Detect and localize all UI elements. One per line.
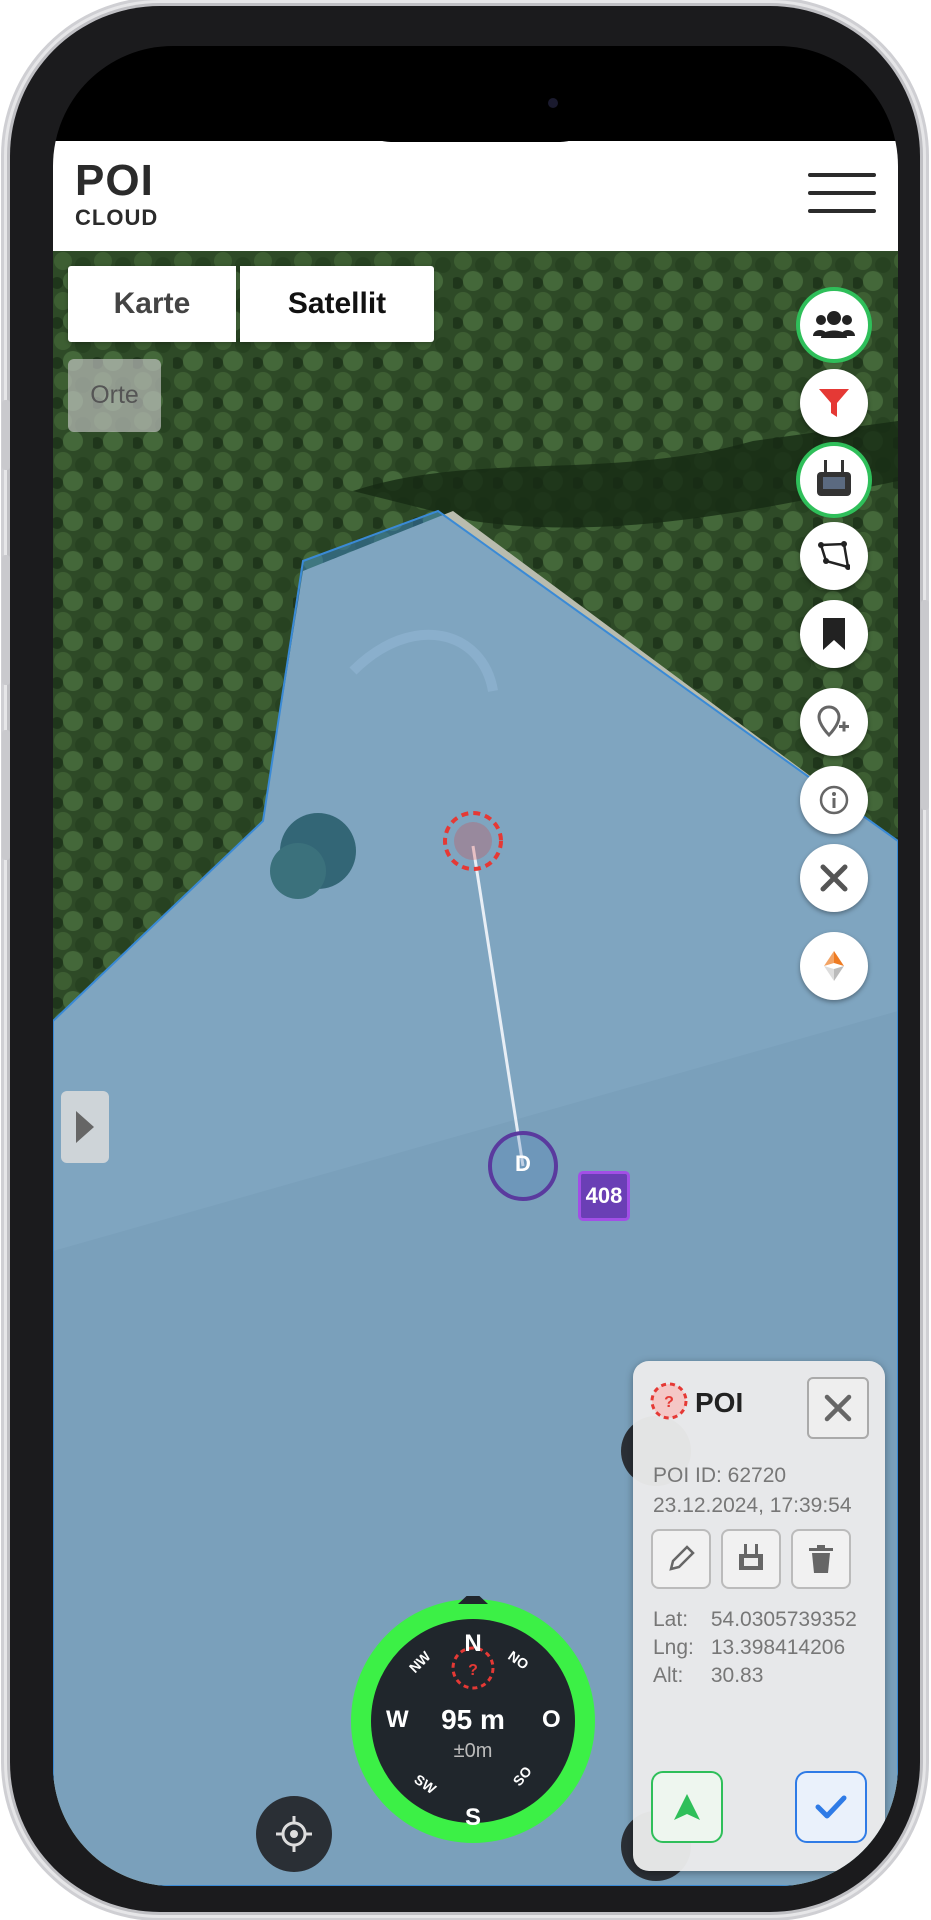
svg-text:?: ? [664,1394,674,1411]
confirm-button[interactable] [795,1771,867,1843]
compass-distance: 95 m [441,1704,505,1735]
side-panel-toggle[interactable] [61,1091,109,1163]
info-button[interactable] [800,766,868,834]
compass-accuracy: ±0m [453,1740,493,1762]
send-to-controller-button[interactable] [721,1529,781,1589]
logo-text-top: POI [75,156,154,205]
power-button [921,600,929,810]
poi-actions [651,1529,851,1589]
alt-value: 30.83 [710,1664,764,1687]
poi-title: POI [695,1387,744,1418]
map-view[interactable]: D Karte Satellit Orte 408 ? POI POI ID: … [53,251,898,1886]
controller-icon [739,1544,763,1570]
polygon-icon [818,541,850,570]
compass-dir-n: N [464,1630,482,1657]
trash-icon [809,1545,833,1573]
navigate-arrow-icon [674,1794,700,1820]
compass-dir-s: S [464,1804,481,1831]
polygon-tool-button[interactable] [800,522,868,590]
filter-button[interactable] [800,369,868,437]
remote-controller-button[interactable] [800,446,868,514]
edit-button[interactable] [651,1529,711,1589]
lng-label: Lng: [653,1636,694,1659]
map-type-karte-button[interactable]: Karte [68,266,236,342]
screen: POI CLOUD D Karte Satellit Orte 408 ? PO… [53,46,898,1886]
close-icon [820,864,848,892]
mute-switch [2,400,10,470]
lat-value: 54.0305739352 [710,1608,857,1631]
compass-orientation-icon [824,951,844,981]
locate-me-button[interactable] [256,1796,332,1872]
poi-timestamp: 23.12.2024, 17:39:54 [653,1494,852,1517]
pencil-icon [669,1545,695,1571]
filter-icon [819,389,849,417]
cluster-marker-badge[interactable]: 408 [578,1171,630,1221]
logo-text-bottom: CLOUD [75,205,159,230]
volume-up-button [2,555,10,685]
drone-marker-label[interactable]: D [515,1151,531,1177]
navigate-button[interactable] [651,1771,723,1843]
close-card-button[interactable] [807,1377,869,1439]
close-icon [824,1394,852,1422]
add-location-icon [817,705,849,738]
delete-button[interactable] [791,1529,851,1589]
poi-detail-card: ? POI POI ID: 62720 23.12.2024, 17:39:54 [633,1361,885,1871]
hamburger-menu-icon[interactable] [808,173,876,219]
map-orientation-button[interactable] [800,932,868,1000]
poi-cloud-logo[interactable]: POI CLOUD [75,159,158,231]
phone-frame: POI CLOUD D Karte Satellit Orte 408 ? PO… [10,6,920,1912]
places-button[interactable]: Orte [68,359,161,432]
info-icon [819,785,849,815]
bookmark-button[interactable] [800,600,868,668]
checkmark-icon [815,1795,847,1819]
users-button[interactable] [800,291,868,359]
lat-label: Lat: [653,1608,689,1631]
map-type-satellit-button[interactable]: Satellit [240,266,434,342]
crosshair-icon [276,1816,312,1852]
close-map-tool-button[interactable] [800,844,868,912]
poi-marker-icon: ? [649,1381,689,1426]
svg-text:?: ? [468,1662,478,1679]
app-header: POI CLOUD [53,141,898,251]
compass-widget[interactable]: ? N S W O NO NW SO SW 95 m ±0m [348,1590,598,1846]
users-icon [813,311,855,338]
poi-coordinates: Lat: 54.0305739352 Lng: 13.398414206 Alt… [653,1606,857,1690]
add-location-button[interactable] [800,688,868,756]
bookmark-icon [823,618,845,650]
poi-id: POI ID: 62720 [653,1464,787,1487]
volume-down-button [2,730,10,860]
alt-label: Alt: [653,1664,684,1687]
lng-value: 13.398414206 [710,1636,846,1659]
poi-meta: POI ID: 62720 23.12.2024, 17:39:54 [653,1461,852,1521]
remote-controller-icon [817,460,851,496]
dynamic-island [353,66,598,142]
chevron-right-icon [76,1111,94,1143]
